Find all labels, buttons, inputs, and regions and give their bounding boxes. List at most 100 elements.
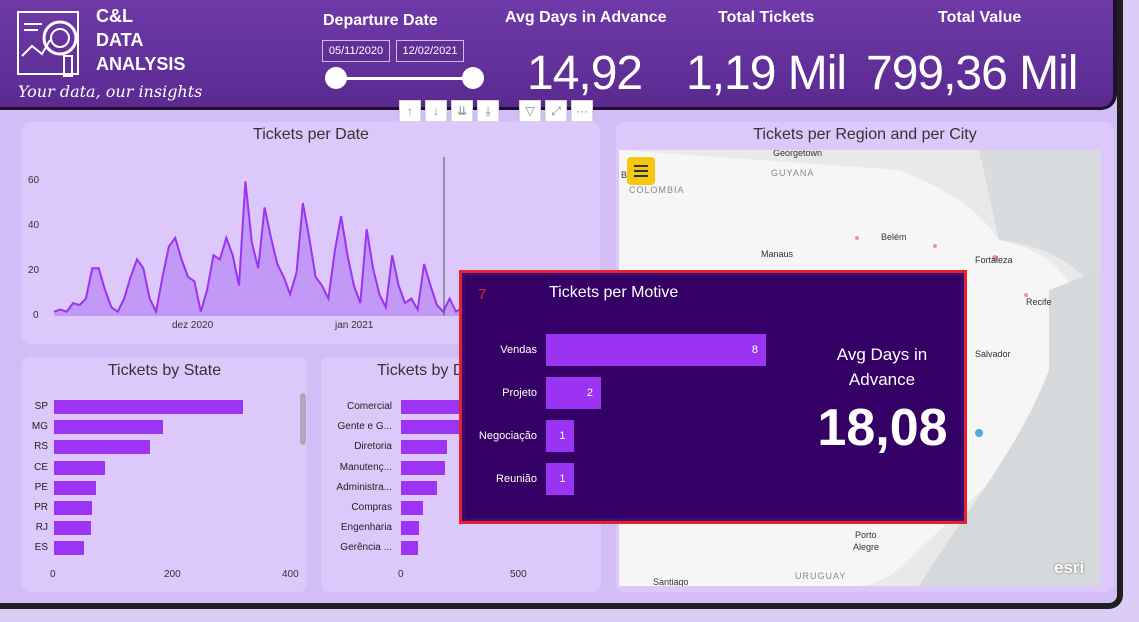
motive-label: Vendas bbox=[500, 344, 537, 356]
map-menu-icon[interactable] bbox=[627, 157, 655, 185]
bar[interactable] bbox=[54, 420, 164, 435]
motive-label: Projeto bbox=[502, 387, 537, 399]
y-tick: 0 bbox=[33, 310, 39, 321]
bar[interactable] bbox=[54, 501, 93, 515]
motive-bar[interactable]: 2 bbox=[546, 377, 601, 409]
x-tick: 400 bbox=[282, 569, 299, 580]
bar-category-label: RJ bbox=[35, 522, 48, 534]
x-tick: dez 2020 bbox=[172, 320, 214, 331]
more-options-icon[interactable]: ··· bbox=[571, 100, 593, 122]
map-label: Manaus bbox=[761, 249, 794, 259]
motive-bar[interactable]: 8 bbox=[546, 334, 766, 366]
bar-category-label: CE bbox=[34, 461, 48, 473]
arrow-up-icon[interactable]: ↑ bbox=[399, 100, 421, 122]
x-tick: 0 bbox=[398, 569, 404, 580]
kpi-total-value-label: Total Value bbox=[938, 9, 1022, 26]
bar-category-label: MG bbox=[31, 421, 48, 433]
bar[interactable] bbox=[54, 460, 106, 475]
expand-hierarchy-icon[interactable]: ⤓ bbox=[477, 100, 499, 122]
y-tick: 60 bbox=[28, 175, 40, 186]
bar-category-label: PE bbox=[34, 481, 48, 493]
bar-category-label: SP bbox=[34, 401, 48, 412]
bar[interactable] bbox=[401, 521, 420, 536]
bar-category-label: Comercial bbox=[346, 401, 392, 412]
logo-line: C&L bbox=[96, 6, 133, 26]
popup-avg-value: 18,08 bbox=[817, 399, 948, 457]
map-label: Fortaleza bbox=[975, 255, 1013, 265]
bar[interactable] bbox=[54, 480, 97, 495]
popup-body: 7 Tickets per Motive Vendas 8 Projeto 2 Nego… bbox=[465, 276, 961, 518]
motive-bar[interactable]: 1 bbox=[546, 463, 574, 495]
bar-category-label: Gente e G... bbox=[337, 421, 392, 433]
map-label: Santiago bbox=[653, 577, 689, 586]
map-label: URUGUAY bbox=[795, 571, 847, 581]
tickets-by-state-panel[interactable]: Tickets by State SP MG RS CE PE PR RJ ES 0 200 … bbox=[22, 357, 307, 592]
bar[interactable] bbox=[54, 400, 243, 414]
date-slider-end-handle[interactable] bbox=[462, 67, 484, 89]
bar[interactable] bbox=[54, 440, 151, 455]
motive-value-label: 1 bbox=[559, 473, 566, 485]
bar[interactable] bbox=[54, 541, 84, 556]
map-label: Porto bbox=[855, 530, 877, 540]
filter-icon[interactable]: ▽ bbox=[519, 100, 541, 122]
y-tick: 40 bbox=[28, 220, 40, 231]
motive-label: Reunião bbox=[496, 473, 537, 485]
kpi-total-value-value: 799,36 Mil bbox=[866, 47, 1078, 100]
motive-value-label: 8 bbox=[751, 344, 758, 356]
kpi-avg-days-value: 14,92 bbox=[527, 47, 643, 100]
bar[interactable] bbox=[401, 460, 446, 475]
map-label: Belém bbox=[881, 232, 907, 242]
kpi-total-tickets-label: Total Tickets bbox=[718, 9, 815, 26]
bar-category-label: Manutenç... bbox=[339, 461, 392, 473]
arrow-down-icon[interactable]: ↓ bbox=[425, 100, 447, 122]
bar-category-label: PR bbox=[34, 502, 48, 513]
popup-number: 7 bbox=[478, 286, 487, 303]
tickets-per-motive-popup[interactable]: 7 Tickets per Motive Vendas 8 Projeto 2 Nego… bbox=[459, 270, 967, 524]
date-start-input[interactable]: 05/11/2020 bbox=[322, 40, 390, 62]
date-slider-start-handle[interactable] bbox=[325, 67, 347, 89]
bar-category-label: Engenharia bbox=[340, 522, 392, 534]
x-tick: 200 bbox=[164, 569, 181, 580]
y-tick: 20 bbox=[28, 265, 40, 276]
visual-toolbar-right: ▽ ⤢ ··· bbox=[519, 100, 593, 122]
logo-line: DATA bbox=[96, 30, 144, 50]
scrollbar[interactable] bbox=[300, 393, 306, 445]
bar-category-label: ES bbox=[34, 542, 48, 554]
motive-bar[interactable]: 1 bbox=[546, 420, 574, 452]
popup-avg-label: Avg Days in Advance bbox=[836, 345, 928, 389]
date-end-input[interactable]: 12/02/2021 bbox=[396, 40, 464, 62]
tagline: Your data, our insights bbox=[18, 82, 203, 101]
double-arrow-down-icon[interactable]: ⇊ bbox=[451, 100, 473, 122]
bar-category-label: Diretoria bbox=[354, 441, 392, 453]
tickets-by-state-title: Tickets by State bbox=[107, 362, 222, 379]
x-tick: 500 bbox=[510, 569, 527, 580]
map-label: Salvador bbox=[975, 349, 1011, 359]
map-label: Alegre bbox=[853, 542, 880, 552]
map-label: Georgetown bbox=[773, 150, 823, 158]
x-tick: 0 bbox=[50, 569, 56, 580]
bar[interactable] bbox=[401, 440, 447, 455]
focus-mode-icon[interactable]: ⤢ bbox=[545, 100, 567, 122]
bar-category-label: Administra... bbox=[336, 481, 392, 493]
map-label: COLOMBIA bbox=[629, 185, 685, 195]
bar[interactable] bbox=[401, 501, 423, 515]
logo-line: ANALYSIS bbox=[96, 54, 186, 74]
date-slider-track[interactable] bbox=[336, 77, 474, 80]
kpi-avg-days-label: Avg Days in Advance bbox=[505, 9, 667, 26]
map-label: GUYANA bbox=[771, 168, 815, 178]
map-label: Recife bbox=[1026, 297, 1052, 307]
bar-category-label: Compras bbox=[351, 502, 392, 513]
logo-text: C&L DATA ANALYSIS bbox=[96, 4, 185, 76]
map-title: Tickets per Region and per City bbox=[753, 126, 977, 143]
bar[interactable] bbox=[401, 480, 437, 495]
bar-category-label: Gerência ... bbox=[340, 542, 392, 554]
motive-value-label: 2 bbox=[586, 387, 593, 399]
tickets-per-date-title: Tickets per Date bbox=[253, 126, 369, 143]
logo-icon bbox=[17, 11, 79, 77]
motive-label: Negociação bbox=[478, 430, 537, 442]
x-tick: jan 2021 bbox=[335, 320, 374, 331]
popup-title: Tickets per Motive bbox=[549, 284, 679, 301]
bar[interactable] bbox=[54, 521, 91, 536]
bar[interactable] bbox=[401, 541, 418, 556]
bar-category-label: RS bbox=[34, 441, 48, 453]
